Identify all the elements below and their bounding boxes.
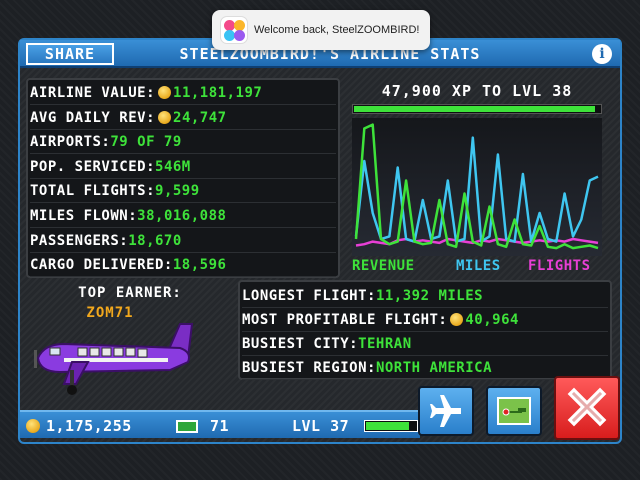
stat-value: TEHRAN: [358, 336, 412, 352]
stat-row: CARGO DELIVERED:18,596: [30, 254, 336, 278]
stat-row: AVG DAILY REV: 24,747: [30, 107, 336, 130]
stat-row: MILES FLOWN:38,016,088: [30, 205, 336, 228]
stat-label: LONGEST FLIGHT:: [242, 288, 376, 304]
stat-value: 546M: [155, 158, 191, 175]
airplane-button[interactable]: [418, 386, 474, 436]
stat-value: 9,599: [155, 183, 200, 200]
stat-row: PASSENGERS:18,670: [30, 230, 336, 253]
stat-value: 18,596: [172, 257, 227, 274]
level-progress-fill: [366, 422, 409, 430]
stat-label: MILES FLOWN:: [30, 208, 138, 224]
coins-value: 1,175,255: [46, 417, 132, 435]
stat-value: 11,181,197: [173, 85, 263, 101]
notification-text: Welcome back, SteelZOOMBIRD!: [254, 24, 420, 36]
stat-value: NORTH AMERICA: [375, 360, 493, 376]
stat-value: 38,016,088: [137, 208, 227, 224]
stat-label: TOTAL FLIGHTS:: [30, 183, 156, 200]
stat-label: POP. SERVICED:: [30, 158, 156, 175]
top-earner-airplane[interactable]: [30, 318, 200, 398]
close-icon: [567, 387, 607, 427]
flight-stats-box: LONGEST FLIGHT:11,392 MILES MOST PROFITAB…: [238, 280, 612, 380]
coin-icon: [158, 110, 172, 124]
airline-stats-box: AIRLINE VALUE: 11,181,197 AVG DAILY REV: 24…: [26, 78, 340, 278]
chart-legend: REVENUE MILES FLIGHTS: [352, 258, 606, 276]
stat-row: POP. SERVICED:546M: [30, 156, 336, 179]
stat-value: 18,670: [128, 232, 182, 249]
stats-line-chart: [352, 118, 602, 256]
level-label: LVL 37: [292, 417, 350, 435]
xp-progress-fill: [354, 106, 596, 112]
stat-value: 11,392 MILES: [375, 288, 484, 304]
stat-label: BUSIEST REGION:: [242, 360, 376, 376]
map-button[interactable]: [486, 386, 542, 436]
legend-flights: FLIGHTS: [528, 258, 591, 274]
stat-label: CARGO DELIVERED:: [30, 257, 173, 274]
xp-to-level-label: 47,900 XP TO LVL 38: [381, 82, 573, 100]
series-line-miles: [354, 136, 599, 243]
stat-label: MOST PROFITABLE FLIGHT:: [242, 312, 448, 328]
stat-row: AIRPORTS:79 OF 79: [30, 131, 336, 155]
stat-label: PASSENGERS:: [30, 232, 129, 249]
airplane-icon: [430, 395, 461, 427]
status-bar: 1,175,255 71 LVL 37: [20, 410, 420, 438]
stat-row: TOTAL FLIGHTS:9,599: [30, 180, 336, 204]
game-screen: SHARE STEELZOOMBIRD!'S AIRLINE STATS i W…: [0, 0, 640, 480]
coin-icon: [450, 313, 464, 326]
flight-stat-row: MOST PROFITABLE FLIGHT: 40,964: [242, 308, 608, 332]
legend-revenue: REVENUE: [352, 258, 415, 274]
xp-progress-bar: [352, 104, 602, 114]
coin-icon: [26, 419, 40, 433]
stat-label: AIRLINE VALUE:: [30, 85, 156, 101]
bux-value: 71: [210, 417, 230, 435]
flight-stat-row: LONGEST FLIGHT:11,392 MILES: [242, 284, 608, 308]
stat-row: AIRLINE VALUE: 11,181,197: [30, 82, 336, 105]
level-progress-bar: [364, 420, 418, 432]
game-center-icon: [220, 16, 248, 44]
stat-value: 79 OF 79: [110, 134, 182, 151]
stat-label: BUSIEST CITY:: [242, 336, 359, 352]
bux-icon: [176, 420, 198, 433]
stat-label: AVG DAILY REV:: [30, 109, 156, 126]
coin-icon: [158, 86, 172, 99]
stat-value: 24,747: [173, 109, 227, 126]
info-icon[interactable]: i: [592, 44, 612, 64]
map-icon: [497, 397, 531, 425]
game-center-notification[interactable]: Welcome back, SteelZOOMBIRD!: [212, 10, 430, 50]
share-button[interactable]: SHARE: [26, 43, 114, 65]
legend-miles: MILES: [456, 258, 501, 274]
flight-stat-row: BUSIEST CITY:TEHRAN: [242, 332, 608, 356]
top-earner-title: TOP EARNER:: [78, 285, 182, 301]
flight-stat-row: BUSIEST REGION:NORTH AMERICA: [242, 356, 608, 380]
stat-value: 40,964: [465, 312, 519, 328]
stat-label: AIRPORTS:: [30, 134, 111, 151]
close-button[interactable]: [554, 376, 620, 440]
